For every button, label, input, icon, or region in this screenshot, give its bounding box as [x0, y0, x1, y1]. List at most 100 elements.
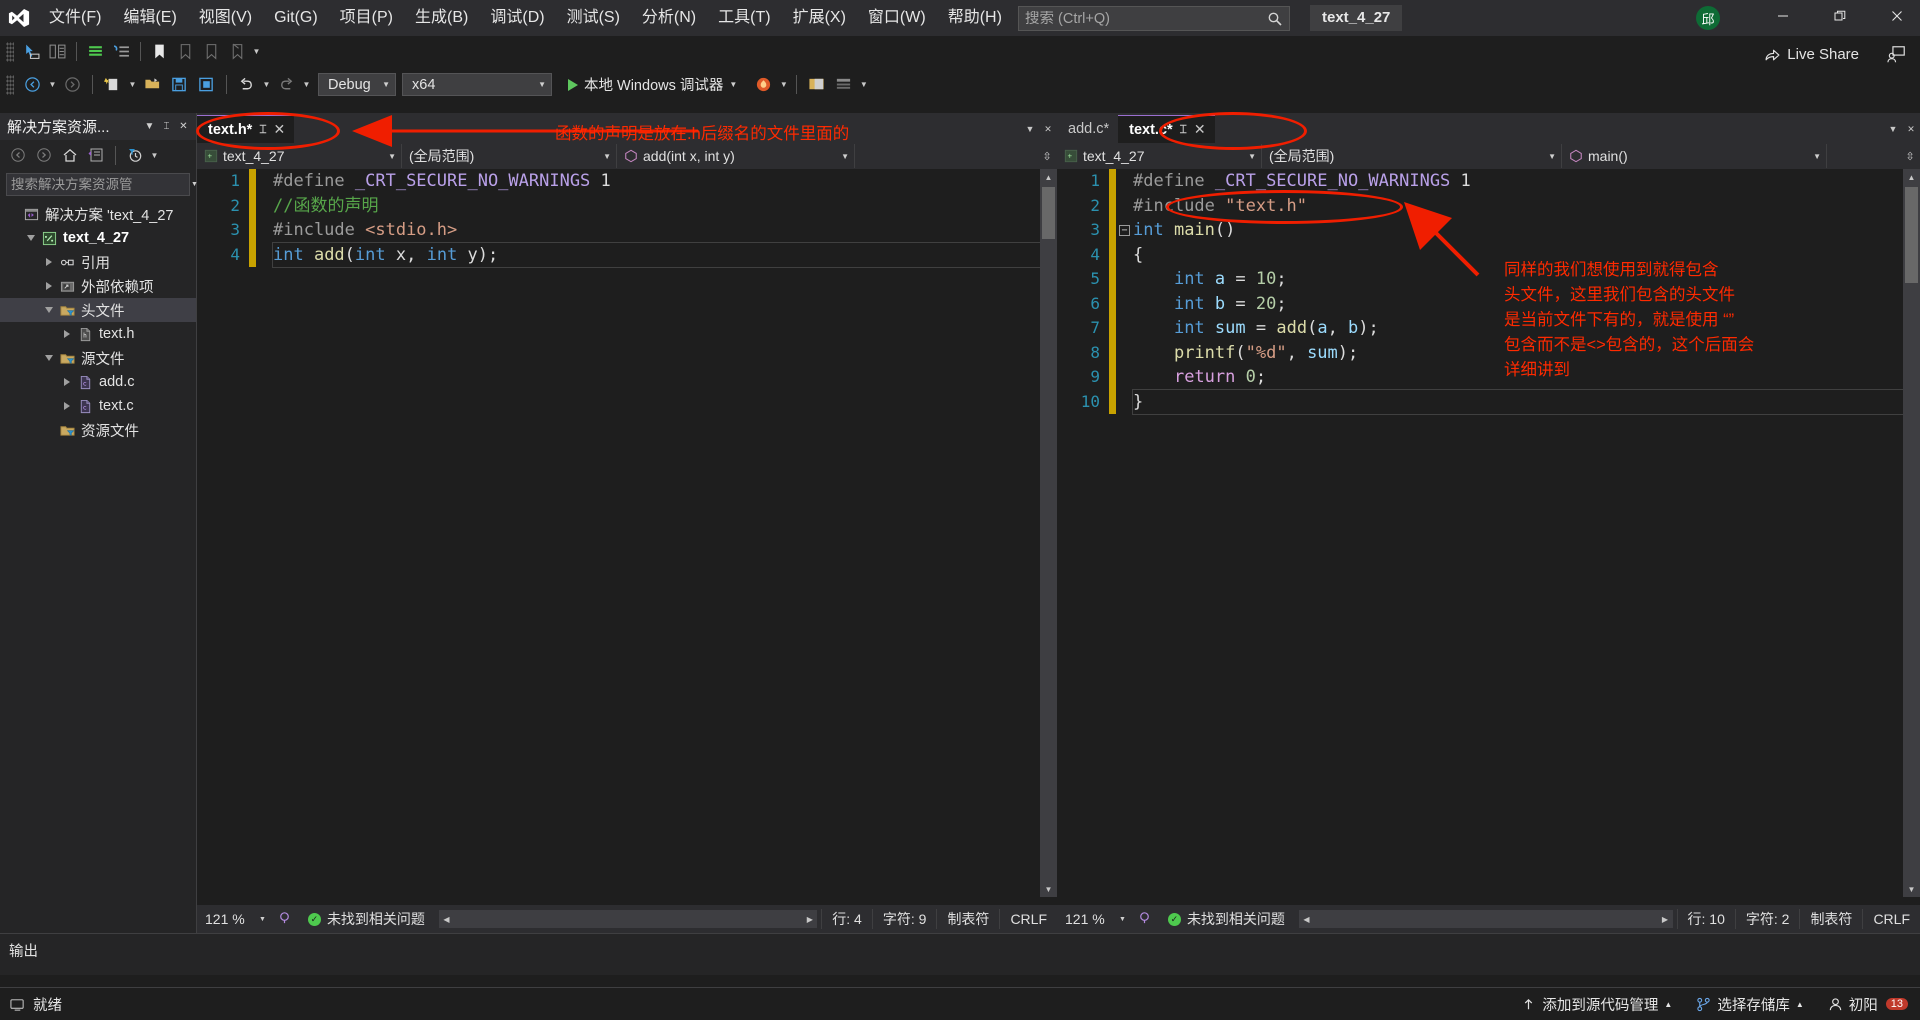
split-view-icon[interactable]: ⇳: [1900, 144, 1920, 168]
tab-list-dropdown-icon[interactable]: ▼: [1884, 115, 1902, 143]
split-view-icon[interactable]: ⇳: [1037, 144, 1057, 168]
tab-close-group-icon[interactable]: ✕: [1902, 115, 1920, 143]
new-project-dropdown-icon[interactable]: ▼: [127, 74, 138, 96]
close-tab-icon[interactable]: ✕: [1194, 121, 1206, 138]
tab-list-dropdown-icon[interactable]: ▼: [1021, 115, 1039, 143]
scrollbar-thumb[interactable]: [1042, 187, 1055, 239]
code-line[interactable]: 10}: [1057, 388, 1920, 415]
close-tab-icon[interactable]: ✕: [274, 121, 286, 138]
tree-item-text_4_27[interactable]: 解决方案 'text_4_27: [0, 202, 196, 226]
menu-extensions[interactable]: 扩展(X): [782, 0, 857, 36]
twisty-collapsed-icon[interactable]: [58, 370, 75, 394]
menu-project[interactable]: 项目(P): [329, 0, 404, 36]
menu-help[interactable]: 帮助(H): [937, 0, 1013, 36]
twisty-expanded-icon[interactable]: [40, 298, 57, 322]
hot-reload-dropdown-icon[interactable]: ▼: [778, 74, 789, 96]
new-project-icon[interactable]: [100, 73, 125, 97]
config-combo[interactable]: Debug ▼: [318, 73, 396, 96]
pin-panel-icon[interactable]: ⌶: [158, 117, 175, 137]
tree-item-[interactable]: 外部依赖项: [0, 274, 196, 298]
se-more-icon[interactable]: ▼: [149, 144, 160, 166]
twisty-collapsed-icon[interactable]: [58, 394, 75, 418]
panel-menu-icon[interactable]: ▼: [141, 117, 158, 137]
save-all-icon[interactable]: [194, 73, 219, 97]
restore-button[interactable]: [1817, 0, 1863, 32]
close-button[interactable]: [1874, 0, 1920, 32]
twisty-expanded-icon[interactable]: [40, 346, 57, 370]
tree-item-text.c[interactable]: c text.c: [0, 394, 196, 418]
user-account[interactable]: 初阳 13: [1816, 994, 1920, 1015]
comment-lines-icon[interactable]: [83, 40, 108, 64]
indent-mode-left[interactable]: 制表符: [936, 909, 999, 929]
solution-search[interactable]: ▼: [6, 173, 198, 196]
toolbar-overflow-icon[interactable]: ▼: [858, 74, 869, 96]
menu-debug[interactable]: 调试(D): [479, 0, 555, 36]
tree-item-text_4_27[interactable]: text_4_27: [0, 226, 196, 250]
menu-view[interactable]: 视图(V): [188, 0, 263, 36]
bookmark-prev-icon[interactable]: [173, 40, 198, 64]
hot-reload-icon[interactable]: [751, 73, 776, 97]
se-forward-icon[interactable]: [32, 144, 56, 167]
solution-tree[interactable]: 解决方案 'text_4_27 text_4_27 引用 外部依赖项 头文件 h…: [0, 200, 196, 442]
pin-tab-icon[interactable]: ⌶: [259, 122, 266, 137]
nav-project-dropdown[interactable]: + text_4_27 ▼: [197, 144, 402, 168]
code-line[interactable]: 1 #define _CRT_SECURE_NO_WARNINGS 1: [197, 169, 1057, 194]
tab-strip-right[interactable]: add.c* text.c* ⌶ ✕ ▼ ✕: [1057, 113, 1920, 143]
main-menu[interactable]: 文件(F) 编辑(E) 视图(V) Git(G) 项目(P) 生成(B) 调试(…: [38, 0, 1013, 36]
se-back-icon[interactable]: [6, 144, 30, 167]
code-line[interactable]: 5 int a = 10;: [1057, 267, 1920, 292]
code-editor-right[interactable]: 1 #define _CRT_SECURE_NO_WARNINGS 1 2 #incl…: [1057, 169, 1920, 897]
save-file-icon[interactable]: [167, 73, 192, 97]
tree-item-[interactable]: 资源文件: [0, 418, 196, 442]
navigate-forward-icon[interactable]: [60, 73, 85, 97]
toolbar-grip[interactable]: [6, 74, 14, 95]
intellicode-icon[interactable]: [1131, 910, 1158, 928]
compare-files-icon[interactable]: [45, 40, 70, 64]
editor-horizontal-scrollbar-left[interactable]: ◀ ▶: [438, 910, 818, 928]
pin-tab-icon[interactable]: ⌶: [1180, 122, 1187, 137]
problems-indicator-left[interactable]: ✓ 未找到相关问题: [298, 909, 435, 929]
open-file-icon[interactable]: [140, 73, 165, 97]
scroll-down-icon[interactable]: ▼: [1040, 881, 1057, 897]
tab-close-group-icon[interactable]: ✕: [1039, 115, 1057, 143]
code-line[interactable]: 2 //函数的声明: [197, 193, 1057, 218]
output-label[interactable]: 输出: [0, 934, 1920, 961]
source-control-add[interactable]: 添加到源代码管理 ▲: [1509, 994, 1684, 1015]
platform-combo[interactable]: x64 ▼: [402, 73, 552, 96]
tree-item-[interactable]: 引用: [0, 250, 196, 274]
code-line[interactable]: 4{: [1057, 242, 1920, 267]
intellicode-icon[interactable]: [271, 910, 298, 928]
minimize-button[interactable]: [1760, 0, 1806, 32]
scroll-left-icon[interactable]: ◀: [439, 915, 454, 924]
scrollbar-thumb[interactable]: [1905, 187, 1918, 283]
se-home-icon[interactable]: [58, 144, 82, 167]
scroll-right-icon[interactable]: ▶: [1658, 915, 1673, 924]
properties-window-icon[interactable]: [831, 73, 856, 97]
redo-dropdown-icon[interactable]: ▼: [301, 74, 312, 96]
notification-badge[interactable]: 13: [1885, 998, 1908, 1010]
twisty-collapsed-icon[interactable]: [40, 274, 57, 298]
navigate-back-icon[interactable]: [20, 73, 45, 97]
menu-build[interactable]: 生成(B): [404, 0, 479, 36]
code-editor-left[interactable]: 1 #define _CRT_SECURE_NO_WARNINGS 1 2//函数的…: [197, 169, 1057, 897]
scroll-up-icon[interactable]: ▲: [1903, 169, 1920, 185]
tab-text.c[interactable]: text.c* ⌶ ✕: [1118, 115, 1215, 143]
twisty-collapsed-icon[interactable]: [58, 322, 75, 346]
scroll-right-icon[interactable]: ▶: [802, 915, 817, 924]
tab-text.h[interactable]: text.h* ⌶ ✕: [197, 115, 295, 143]
bookmark-toggle-icon[interactable]: [147, 40, 172, 64]
close-panel-icon[interactable]: ✕: [175, 117, 192, 137]
editor-vertical-scrollbar-right[interactable]: ▲ ▼: [1903, 169, 1920, 897]
problems-indicator-right[interactable]: ✓ 未找到相关问题: [1158, 909, 1295, 929]
search-input[interactable]: [1025, 10, 1267, 27]
toggle-output-icon[interactable]: [804, 73, 829, 97]
tab-strip-left[interactable]: text.h* ⌶ ✕ ▼ ✕: [197, 113, 1057, 143]
redo-icon[interactable]: [274, 73, 299, 97]
code-line[interactable]: 9 return 0;: [1057, 365, 1920, 390]
avatar[interactable]: 邱: [1696, 6, 1720, 30]
navigate-back-dropdown-icon[interactable]: ▼: [47, 74, 58, 96]
bookmark-next-icon[interactable]: [199, 40, 224, 64]
chevron-down-icon[interactable]: ▼: [259, 916, 271, 923]
nav-project-dropdown[interactable]: + text_4_27 ▼: [1057, 144, 1262, 168]
se-switch-views-icon[interactable]: [84, 144, 108, 167]
